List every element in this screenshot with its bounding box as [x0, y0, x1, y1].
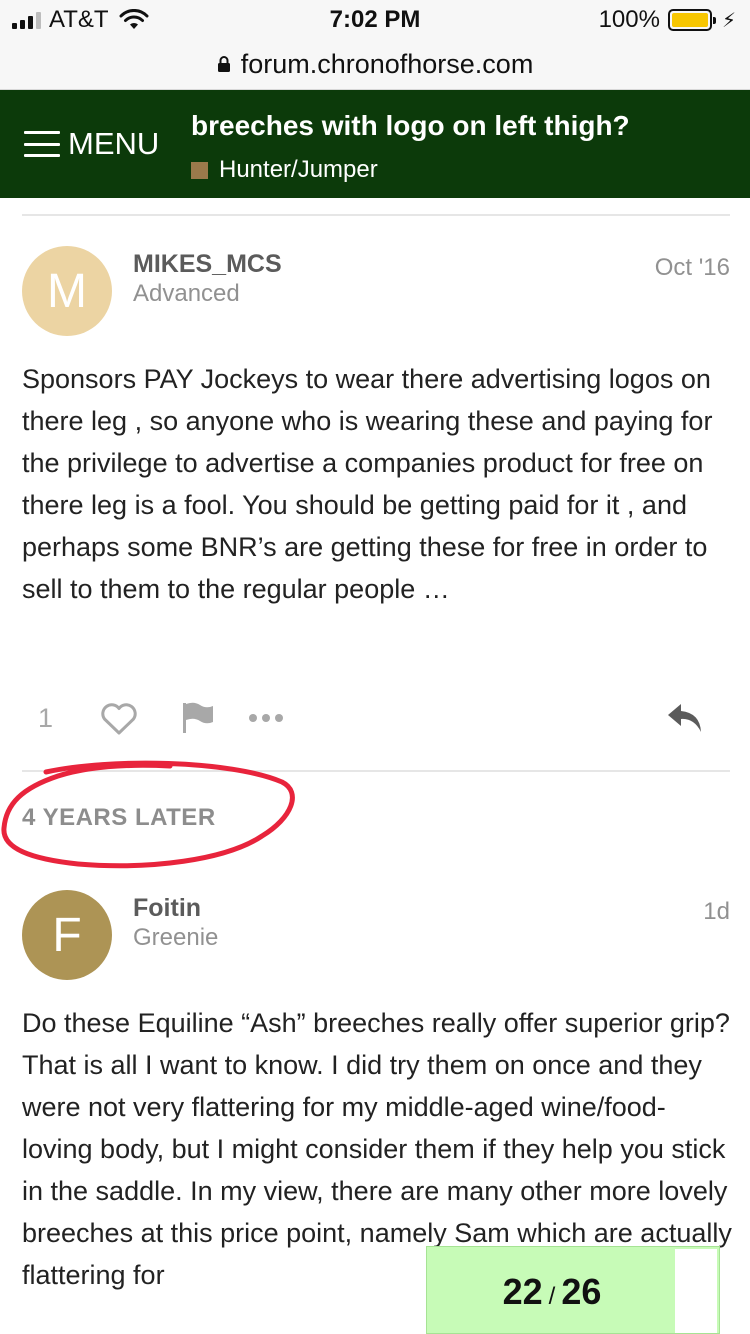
topic-progress[interactable]: 22/26: [426, 1246, 720, 1334]
heart-icon[interactable]: [100, 703, 138, 735]
url-domain: forum.chronofhorse.com: [240, 49, 534, 79]
progress-current: 22: [502, 1271, 543, 1312]
status-bar: AT&T 7:02 PM 100% ⚡︎: [0, 0, 750, 40]
reply-icon[interactable]: [666, 701, 704, 735]
post-date[interactable]: 1d: [703, 898, 730, 926]
progress-separator: /: [548, 1283, 556, 1310]
category-badge[interactable]: Hunter/Jumper: [191, 156, 378, 184]
topic-header: MENU breeches with logo on left thigh? H…: [0, 90, 750, 198]
url-bar[interactable]: forum.chronofhorse.com: [0, 40, 750, 90]
post-body: Sponsors PAY Jockeys to wear there adver…: [22, 364, 713, 604]
more-icon[interactable]: [248, 713, 284, 723]
progress-expand-toggle[interactable]: [675, 1249, 717, 1333]
red-annotation-circle: [1, 760, 295, 869]
flag-icon[interactable]: [180, 701, 214, 735]
battery-percent: 100%: [598, 6, 660, 33]
like-count[interactable]: 1: [38, 703, 53, 734]
post-user-title: Greenie: [133, 924, 219, 951]
battery-indicator: 100% ⚡︎: [599, 6, 736, 34]
battery-icon: [667, 9, 716, 31]
category-name: Hunter/Jumper: [219, 156, 378, 183]
post-username[interactable]: Foitin: [133, 894, 201, 923]
post-username[interactable]: MIKES_MCS: [133, 250, 282, 279]
topic-title[interactable]: breeches with logo on left thigh?: [191, 110, 630, 142]
hamburger-icon: [24, 131, 60, 157]
avatar[interactable]: M: [22, 246, 112, 336]
post-date[interactable]: Oct '16: [655, 254, 730, 282]
category-color-swatch: [191, 161, 208, 179]
lock-icon: [217, 55, 230, 72]
progress-total: 26: [561, 1271, 602, 1312]
menu-button[interactable]: MENU: [24, 124, 159, 164]
divider: [22, 214, 730, 216]
post-user-title: Advanced: [133, 280, 240, 307]
progress-count: 22/26: [427, 1271, 677, 1313]
post-actions: 1: [22, 695, 732, 743]
menu-label: MENU: [68, 126, 160, 161]
charging-icon: ⚡︎: [721, 9, 736, 32]
avatar[interactable]: F: [22, 890, 112, 980]
